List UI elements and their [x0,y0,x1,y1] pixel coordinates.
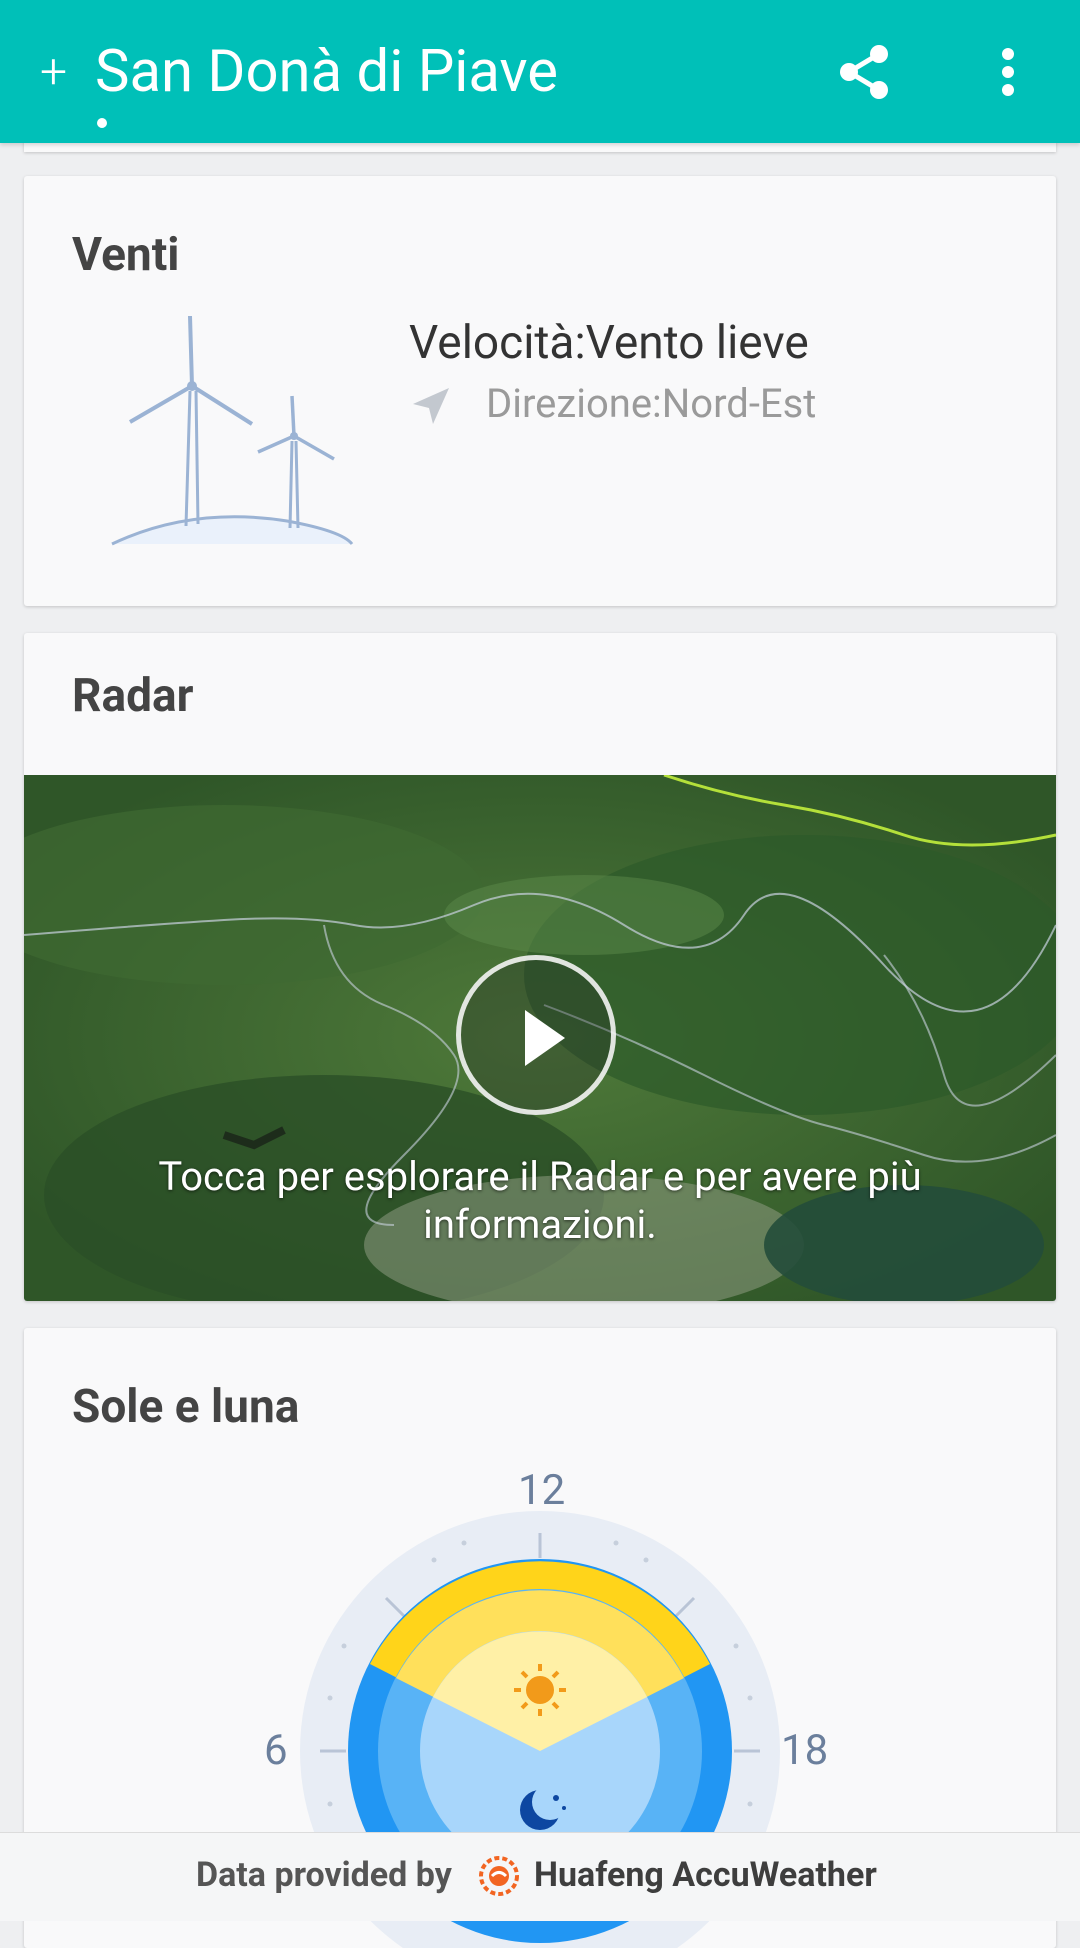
wind-direction-label: Direzione:Nord-Est [486,380,817,427]
play-icon [525,1010,565,1066]
dial-label-12: 12 [518,1466,566,1515]
accuweather-logo-icon [479,1856,519,1896]
wind-card[interactable]: Venti Velocità:Vento lieve Direzione:Nor… [24,176,1056,606]
data-provider-footer: Data provided by Huafeng AccuWeather [0,1832,1080,1921]
wind-speed-label: Velocità:Vento lieve [409,316,809,370]
page-indicator-dot [97,118,107,128]
dial-label-6: 6 [264,1726,288,1775]
footer-brand: Huafeng AccuWeather [534,1855,877,1895]
wind-direction-arrow-icon [413,388,449,424]
app-bar: + San Donà di Piave [0,0,1080,143]
more-vert-icon [1002,48,1014,96]
radar-map[interactable]: Tocca per esplorare il Radar e per avere… [24,775,1056,1301]
share-button[interactable] [835,42,895,102]
wind-turbines-icon [111,316,354,546]
share-icon [840,45,888,99]
wind-card-title: Venti [72,228,180,282]
radar-card[interactable]: Radar Tocca per esplorare il Radar e per… [24,633,1056,1301]
footer-prefix: Data provided by [196,1855,452,1895]
more-options-button[interactable] [985,42,1031,102]
radar-caption: Tocca per esplorare il Radar e per avere… [158,1153,922,1248]
dial-label-18: 18 [781,1726,829,1775]
city-title: San Donà di Piave [95,38,559,106]
radar-play-button[interactable] [456,955,616,1115]
add-location-button[interactable]: + [40,42,80,102]
radar-card-title: Radar [72,669,194,723]
